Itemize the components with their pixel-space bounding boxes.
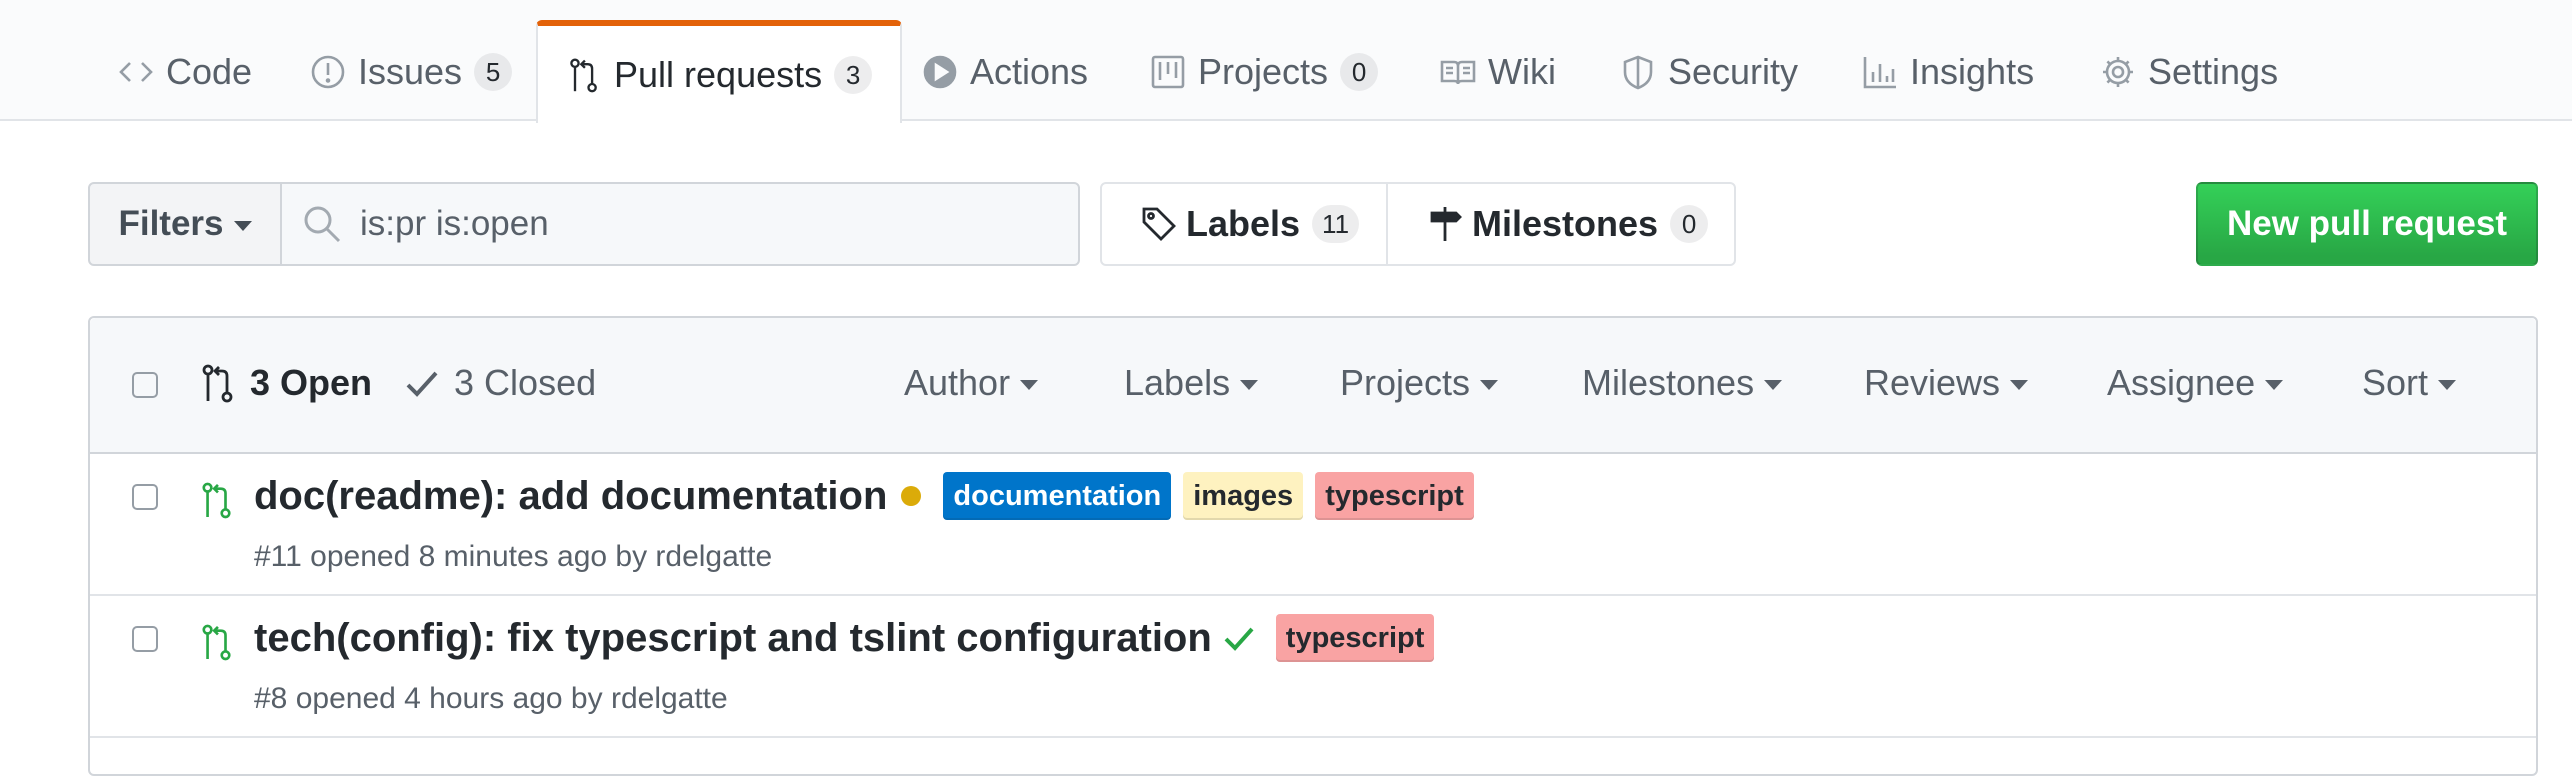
open-pull-request-icon: [202, 624, 231, 661]
pull-request-title-line: doc(readme): add documentation documenta…: [254, 472, 1474, 520]
filters-dropdown[interactable]: Filters: [88, 182, 282, 266]
tab-projects[interactable]: Projects 0: [1150, 22, 1379, 121]
pull-request-title-line: tech(config): fix typescript and tslint …: [254, 614, 1435, 662]
pull-request-meta: #8 opened 4 hours ago by rdelgatte: [254, 682, 728, 715]
open-count-label: 3 Open: [250, 362, 373, 403]
tab-issues[interactable]: Issues 5: [310, 22, 513, 121]
tab-projects-label: Projects: [1198, 50, 1329, 92]
pull-request-title-link[interactable]: tech(config): fix typescript and tslint …: [254, 616, 1212, 661]
play-icon: [923, 55, 957, 88]
caret-down-icon: [1020, 380, 1039, 390]
labels-count: 11: [1312, 205, 1360, 243]
label-typescript[interactable]: typescript: [1275, 614, 1435, 662]
new-pull-request-button[interactable]: New pull request: [2196, 182, 2538, 266]
search-field[interactable]: [280, 182, 1080, 266]
author-filter[interactable]: Author: [904, 362, 1039, 404]
tab-issues-count: 5: [474, 52, 513, 91]
author-filter-label: Author: [904, 362, 1011, 403]
success-check-icon[interactable]: [1222, 621, 1256, 655]
pull-request-row: tech(config): fix typescript and tslint …: [90, 596, 2536, 738]
book-icon: [1440, 60, 1476, 84]
check-icon: [406, 371, 438, 397]
label-documentation[interactable]: documentation: [943, 472, 1172, 520]
pull-request-meta: #11 opened 8 minutes ago by rdelgatte: [254, 540, 773, 573]
tag-icon: [1142, 207, 1176, 241]
closed-count-label: 3 Closed: [454, 362, 597, 403]
pending-status-icon[interactable]: [901, 486, 922, 506]
caret-down-icon: [233, 221, 252, 231]
projects-filter[interactable]: Projects: [1340, 362, 1499, 404]
label-images[interactable]: images: [1183, 472, 1304, 520]
caret-down-icon: [1764, 380, 1783, 390]
tab-issues-label: Issues: [358, 50, 463, 92]
milestone-icon: [1430, 207, 1462, 241]
assignee-filter-label: Assignee: [2107, 362, 2256, 403]
tab-wiki-label: Wiki: [1488, 50, 1556, 92]
closed-filter-link[interactable]: 3 Closed: [404, 362, 596, 404]
pull-request-title-link[interactable]: doc(readme): add documentation: [254, 474, 887, 519]
labels-milestones-group: Labels 11 Milestones 0: [1100, 182, 1736, 266]
pull-request-icon: [202, 364, 233, 403]
projects-filter-label: Projects: [1340, 362, 1471, 403]
reviews-filter-label: Reviews: [1864, 362, 2001, 403]
reviews-filter[interactable]: Reviews: [1864, 362, 2029, 404]
tab-code[interactable]: Code: [118, 22, 252, 121]
open-pull-request-icon: [202, 482, 231, 519]
list-header: 3 Open 3 Closed Author Labels Projects M…: [90, 318, 2536, 454]
filters-label: Filters: [118, 204, 224, 243]
caret-down-icon: [1240, 380, 1259, 390]
milestones-filter[interactable]: Milestones: [1582, 362, 1783, 404]
labels-label: Labels: [1186, 203, 1301, 244]
caret-down-icon: [1480, 380, 1499, 390]
tab-security[interactable]: Security: [1620, 22, 1798, 121]
tab-insights-label: Insights: [1910, 50, 2035, 92]
assignee-filter[interactable]: Assignee: [2107, 362, 2284, 404]
project-icon: [1151, 55, 1185, 88]
tab-projects-count: 0: [1340, 52, 1379, 91]
graph-icon: [1863, 56, 1896, 88]
code-icon: [119, 61, 153, 82]
tab-settings-label: Settings: [2148, 50, 2279, 92]
sort-dropdown[interactable]: Sort: [2362, 362, 2457, 404]
tab-actions-label: Actions: [970, 50, 1089, 92]
tab-pull-requests[interactable]: Pull requests 3: [536, 20, 903, 123]
search-icon: [304, 206, 341, 243]
milestones-button[interactable]: Milestones 0: [1388, 184, 1709, 264]
pull-request-list: 3 Open 3 Closed Author Labels Projects M…: [88, 316, 2538, 776]
labels-filter[interactable]: Labels: [1124, 362, 1259, 404]
issue-icon: [311, 55, 345, 88]
open-filter-link[interactable]: 3 Open: [200, 362, 372, 404]
search-input[interactable]: [360, 204, 960, 244]
state-toggle: 3 Open 3 Closed: [200, 362, 596, 404]
row-checkbox[interactable]: [132, 626, 158, 652]
row-checkbox[interactable]: [132, 484, 158, 510]
caret-down-icon: [2010, 380, 2029, 390]
pull-request-row: doc(readme): add documentation documenta…: [90, 454, 2536, 596]
milestones-filter-label: Milestones: [1582, 362, 1755, 403]
tab-insights[interactable]: Insights: [1862, 22, 2034, 121]
caret-down-icon: [2438, 380, 2457, 390]
labels-button[interactable]: Labels 11: [1102, 184, 1388, 264]
sort-label: Sort: [2362, 362, 2429, 403]
pull-request-icon: [570, 58, 597, 92]
labels-filter-label: Labels: [1124, 362, 1231, 403]
select-all-checkbox[interactable]: [132, 372, 158, 398]
tab-code-label: Code: [166, 50, 253, 92]
tab-pull-requests-count: 3: [834, 55, 873, 94]
shield-icon: [1623, 55, 1653, 89]
caret-down-icon: [2265, 380, 2284, 390]
repo-nav: Code Issues 5 Pull requests 3 Actions Pr…: [0, 0, 2572, 123]
tab-actions[interactable]: Actions: [922, 22, 1088, 121]
milestones-label: Milestones: [1472, 203, 1659, 244]
tab-security-label: Security: [1668, 50, 1799, 92]
tab-settings[interactable]: Settings: [2100, 22, 2278, 121]
milestones-count: 0: [1670, 205, 1709, 243]
tab-wiki[interactable]: Wiki: [1440, 22, 1556, 121]
tab-pull-requests-label: Pull requests: [614, 53, 823, 95]
gear-icon: [2103, 56, 2133, 87]
label-typescript[interactable]: typescript: [1315, 472, 1474, 520]
